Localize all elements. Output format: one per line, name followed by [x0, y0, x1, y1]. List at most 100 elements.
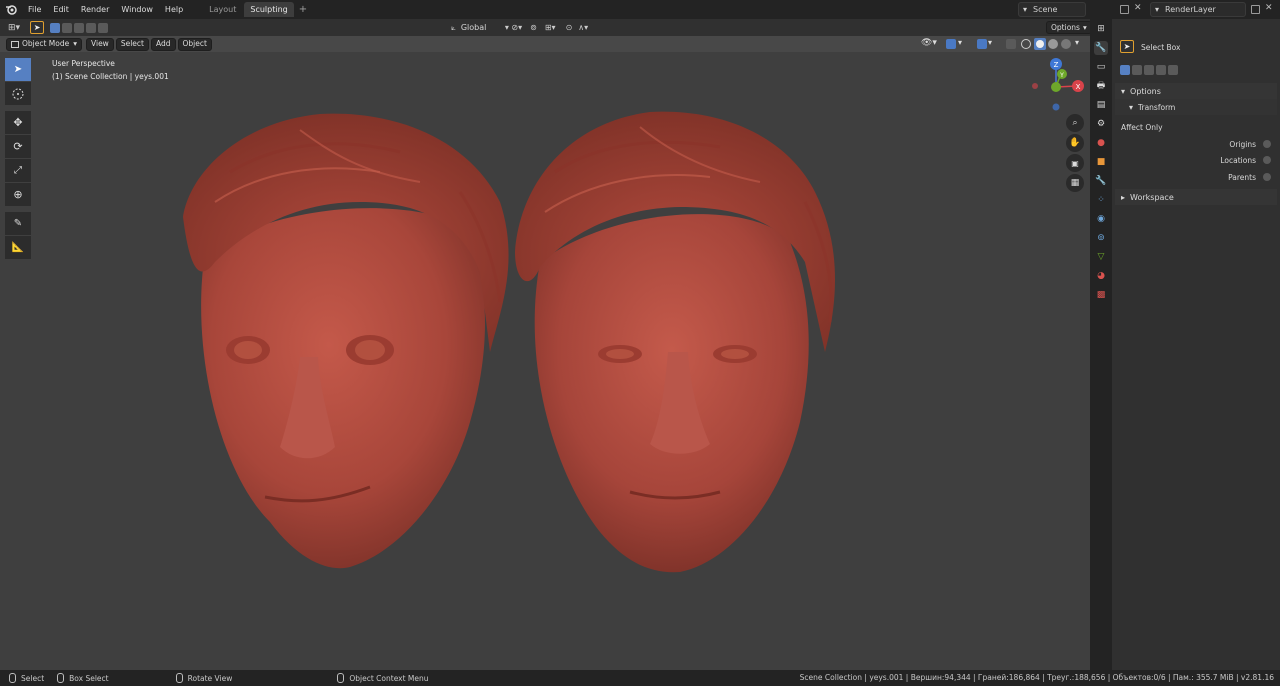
object-tab-icon[interactable]: ■ [1094, 155, 1108, 169]
axis-gizmo[interactable]: Z X Y [1032, 58, 1084, 111]
prop-mode-subtract-icon[interactable] [1144, 65, 1154, 75]
options-panel-header[interactable]: ▾ Options [1115, 83, 1277, 99]
x-axis-label: X [1076, 83, 1081, 91]
menu-render[interactable]: Render [75, 0, 115, 19]
select-box-icon: ➤ [1120, 40, 1134, 53]
top-menubar: File Edit Render Window Help Layout Scul… [0, 0, 1280, 19]
left-mouse-icon [9, 673, 16, 683]
material-shading-icon[interactable] [1048, 39, 1058, 49]
output-tab-icon[interactable]: 🖶 [1094, 79, 1108, 93]
select-box-tool-icon[interactable]: ➤ [5, 58, 31, 81]
measure-tool-icon[interactable]: 📐 [5, 236, 31, 259]
head-model-right[interactable] [515, 111, 835, 573]
menu-edit[interactable]: Edit [47, 0, 75, 19]
scene-statistics: Scene Collection | yeys.001 | Вершин:94,… [799, 673, 1274, 682]
prop-mode-intersect-icon[interactable] [1168, 65, 1178, 75]
close-layer-icon[interactable]: ✕ [1265, 3, 1273, 13]
world-tab-icon[interactable]: ● [1094, 136, 1108, 150]
proportional-icon[interactable]: ⊙ [566, 23, 573, 32]
rotate-tool-icon[interactable]: ⟳ [5, 135, 31, 158]
menu-file[interactable]: File [22, 0, 47, 19]
tab-sculpting[interactable]: Sculpting [244, 2, 294, 17]
locations-checkbox[interactable] [1263, 156, 1271, 164]
z-axis-label: Z [1054, 61, 1059, 69]
modifier-tab-icon[interactable]: 🔧 [1094, 174, 1108, 188]
new-layer-icon[interactable] [1251, 5, 1260, 14]
tool-tab-icon[interactable]: 🔧 [1094, 41, 1108, 55]
gizmo-toggle-icon[interactable] [946, 39, 956, 49]
transform-subpanel-header[interactable]: ▾ Transform [1115, 99, 1277, 115]
solid-shading-icon[interactable] [1034, 38, 1046, 50]
rendered-shading-icon[interactable] [1061, 39, 1071, 49]
scale-tool-icon[interactable]: ⤢ [5, 159, 31, 182]
gizmo-menu-icon[interactable]: ▾ [958, 38, 962, 47]
shading-menu-icon[interactable]: ▾ [1075, 38, 1079, 47]
transform-tool-icon[interactable]: ⊕ [5, 183, 31, 206]
orientation-dropdown[interactable]: Global [461, 23, 503, 32]
editor-type-properties-icon[interactable]: ⊞ [1094, 22, 1108, 36]
particles-tab-icon[interactable]: ⁘ [1094, 193, 1108, 207]
pan-hand-icon[interactable]: ✋ [1066, 134, 1084, 152]
data-tab-icon[interactable]: ▽ [1094, 250, 1108, 264]
blender-logo-icon[interactable] [0, 0, 22, 19]
select-tool-icon[interactable]: ➤ [30, 21, 45, 34]
add-workspace-button[interactable]: + [294, 4, 312, 15]
snap-icon[interactable]: ⊚ [530, 23, 537, 32]
status-rotate-view: Rotate View [171, 673, 232, 683]
menu-object[interactable]: Object [177, 37, 212, 51]
constraints-tab-icon[interactable]: ⊚ [1094, 231, 1108, 245]
scene-name: Scene [1033, 5, 1058, 14]
view-layer-tab-icon[interactable]: ▤ [1094, 98, 1108, 112]
prop-mode-extend-icon[interactable] [1132, 65, 1142, 75]
pivot-icon[interactable]: ▾ ⊘▾ [505, 23, 522, 32]
workspace-panel-header[interactable]: ▸ Workspace [1115, 189, 1277, 205]
menu-add[interactable]: Add [150, 37, 176, 51]
head-model-left[interactable] [183, 113, 509, 569]
render-layer-selector[interactable]: ▾ RenderLayer [1150, 2, 1246, 17]
scene-tab-icon[interactable]: ⚙ [1094, 117, 1108, 131]
editor-type-icon[interactable]: ⊞▾ [8, 23, 20, 33]
zoom-icon[interactable]: ⌕ [1066, 114, 1084, 132]
wireframe-shading-icon[interactable] [1021, 39, 1031, 49]
move-tool-icon[interactable]: ✥ [5, 111, 31, 134]
menu-help[interactable]: Help [159, 0, 189, 19]
visibility-icon[interactable]: 👁▾ [921, 38, 937, 48]
mode-dropdown[interactable]: Object Mode ▾ [6, 37, 83, 51]
scene-selector[interactable]: ▾ Scene [1018, 2, 1086, 17]
neg-z-icon[interactable] [1052, 103, 1060, 111]
annotate-tool-icon[interactable]: ✎ [5, 212, 31, 235]
overlay-toggle-icon[interactable] [977, 39, 987, 49]
mode-intersect-icon[interactable] [98, 22, 109, 33]
cursor-tool-icon[interactable] [5, 82, 31, 105]
options-dropdown[interactable]: Options ▾ [1046, 21, 1092, 34]
tab-layout[interactable]: Layout [203, 2, 242, 17]
menu-select[interactable]: Select [115, 37, 149, 51]
new-scene-icon[interactable] [1120, 5, 1129, 14]
options-label: Options [1051, 22, 1080, 32]
physics-tab-icon[interactable]: ◉ [1094, 212, 1108, 226]
menu-view[interactable]: View [86, 37, 114, 51]
falloff-icon[interactable]: ∧▾ [578, 23, 588, 32]
overlay-menu-icon[interactable]: ▾ [988, 38, 992, 47]
status-context-menu-label: Object Context Menu [349, 673, 429, 683]
texture-tab-icon[interactable]: ▩ [1094, 288, 1108, 302]
camera-icon[interactable]: ▣ [1066, 154, 1084, 172]
prop-mode-invert-icon[interactable] [1156, 65, 1166, 75]
tool-name: Select Box [1141, 43, 1181, 52]
neg-x-icon[interactable] [1032, 83, 1038, 89]
xray-icon[interactable] [1006, 39, 1016, 49]
3d-viewport[interactable]: User Perspective (1) Scene Collection | … [0, 52, 1090, 670]
close-scene-icon[interactable]: ✕ [1134, 3, 1142, 13]
grid-view-icon[interactable]: ▦ [1066, 174, 1084, 192]
prop-mode-new-icon[interactable] [1120, 65, 1130, 75]
mode-new-icon[interactable] [50, 22, 61, 33]
render-tab-icon[interactable]: ▭ [1094, 60, 1108, 74]
material-tab-icon[interactable]: ◕ [1094, 269, 1108, 283]
mode-invert-icon[interactable] [86, 22, 97, 33]
origins-checkbox[interactable] [1263, 140, 1271, 148]
mode-extend-icon[interactable] [62, 22, 73, 33]
snap-target-icon[interactable]: ⊞▾ [545, 23, 556, 32]
parents-checkbox[interactable] [1263, 173, 1271, 181]
menu-window[interactable]: Window [115, 0, 159, 19]
mode-subtract-icon[interactable] [74, 22, 85, 33]
